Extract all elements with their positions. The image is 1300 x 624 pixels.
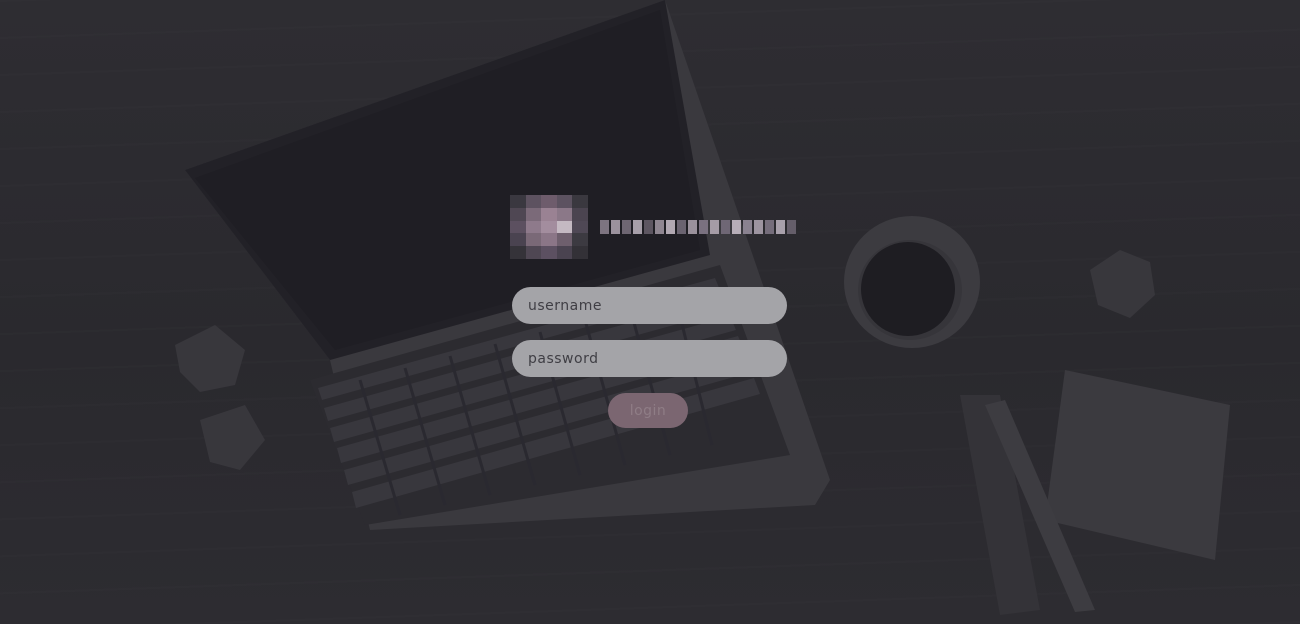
logo-icon	[510, 195, 588, 259]
logo-text-obscured	[600, 217, 796, 237]
username-input[interactable]	[512, 287, 787, 324]
login-page: login	[0, 0, 1300, 624]
notebook-illustration	[960, 370, 1230, 615]
laptop-illustration	[185, 0, 830, 530]
login-button[interactable]: login	[608, 393, 688, 428]
brand-logo	[510, 195, 796, 259]
password-input[interactable]	[512, 340, 787, 377]
coffee-cup-illustration	[844, 216, 980, 348]
